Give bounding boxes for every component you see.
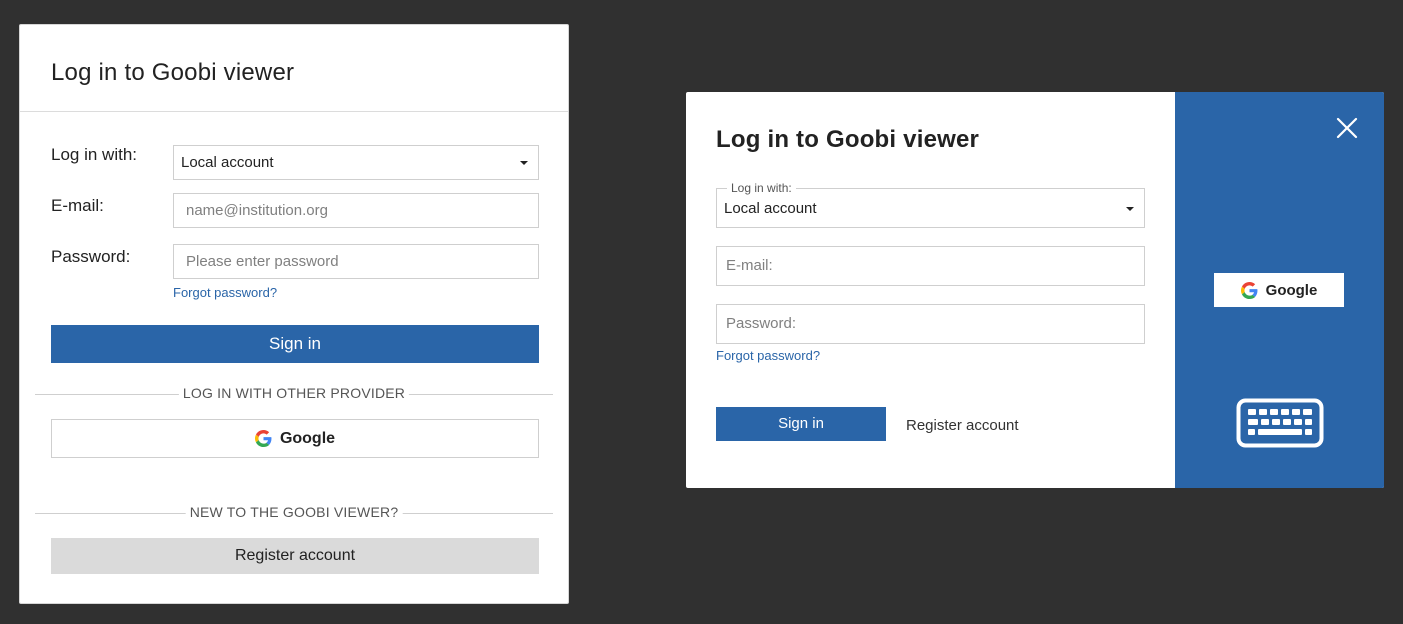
sign-in-button[interactable]: Sign in	[716, 407, 886, 441]
forgot-password-link[interactable]: Forgot password?	[716, 348, 820, 363]
google-icon	[254, 430, 272, 447]
alternative-login-panel: Google	[1175, 92, 1384, 488]
login-form-panel: Log in to Goobi viewer Log in with: Loca…	[686, 92, 1175, 488]
password-placeholder: Password:	[726, 315, 797, 332]
email-label: E-mail:	[51, 196, 104, 215]
new-user-divider: NEW TO THE GOOBI VIEWER?	[35, 503, 553, 523]
password-field[interactable]: Password:	[716, 304, 1145, 344]
provider-select[interactable]: Local account	[173, 145, 539, 180]
provider-select-value: Local account	[181, 154, 274, 171]
forgot-password-link[interactable]: Forgot password?	[173, 285, 277, 300]
provider-select[interactable]: Log in with: Local account	[716, 181, 1145, 228]
login-dialog-classic: Log in to Goobi viewer Log in with: Loca…	[19, 24, 569, 604]
register-account-button[interactable]: Register account	[906, 417, 1019, 434]
dialog-header: Log in to Goobi viewer	[20, 25, 568, 112]
sign-in-button[interactable]: Sign in	[51, 325, 539, 363]
email-field[interactable]: E-mail:	[716, 246, 1145, 286]
email-placeholder: E-mail:	[726, 257, 773, 274]
keyboard-icon[interactable]	[1236, 398, 1324, 448]
google-icon	[1240, 281, 1258, 299]
login-dialog-modern: Log in to Goobi viewer Log in with: Loca…	[686, 92, 1384, 488]
dialog-title: Log in to Goobi viewer	[716, 126, 980, 153]
email-placeholder: name@institution.org	[186, 202, 328, 219]
login-with-legend: Log in with:	[727, 181, 796, 195]
password-field[interactable]: Please enter password	[173, 244, 539, 279]
google-button-label: Google	[279, 429, 336, 447]
other-provider-divider-text: LOG IN WITH OTHER PROVIDER	[178, 385, 410, 401]
email-field[interactable]: name@institution.org	[173, 193, 539, 228]
chevron-down-icon	[1126, 207, 1134, 211]
new-user-divider-text: NEW TO THE GOOBI VIEWER?	[185, 504, 403, 520]
register-account-button[interactable]: Register account	[51, 538, 539, 574]
login-with-label: Log in with:	[51, 145, 137, 164]
close-icon[interactable]	[1336, 117, 1358, 139]
chevron-down-icon	[520, 161, 528, 165]
dialog-title: Log in to Goobi viewer	[51, 59, 295, 86]
provider-select-value: Local account	[724, 200, 817, 217]
password-placeholder: Please enter password	[186, 253, 339, 270]
google-button-label: Google	[1265, 281, 1318, 299]
other-provider-divider: LOG IN WITH OTHER PROVIDER	[35, 384, 553, 404]
google-login-button[interactable]: Google	[1214, 273, 1344, 307]
password-label: Password:	[51, 247, 131, 266]
google-login-button[interactable]: Google	[51, 419, 539, 458]
